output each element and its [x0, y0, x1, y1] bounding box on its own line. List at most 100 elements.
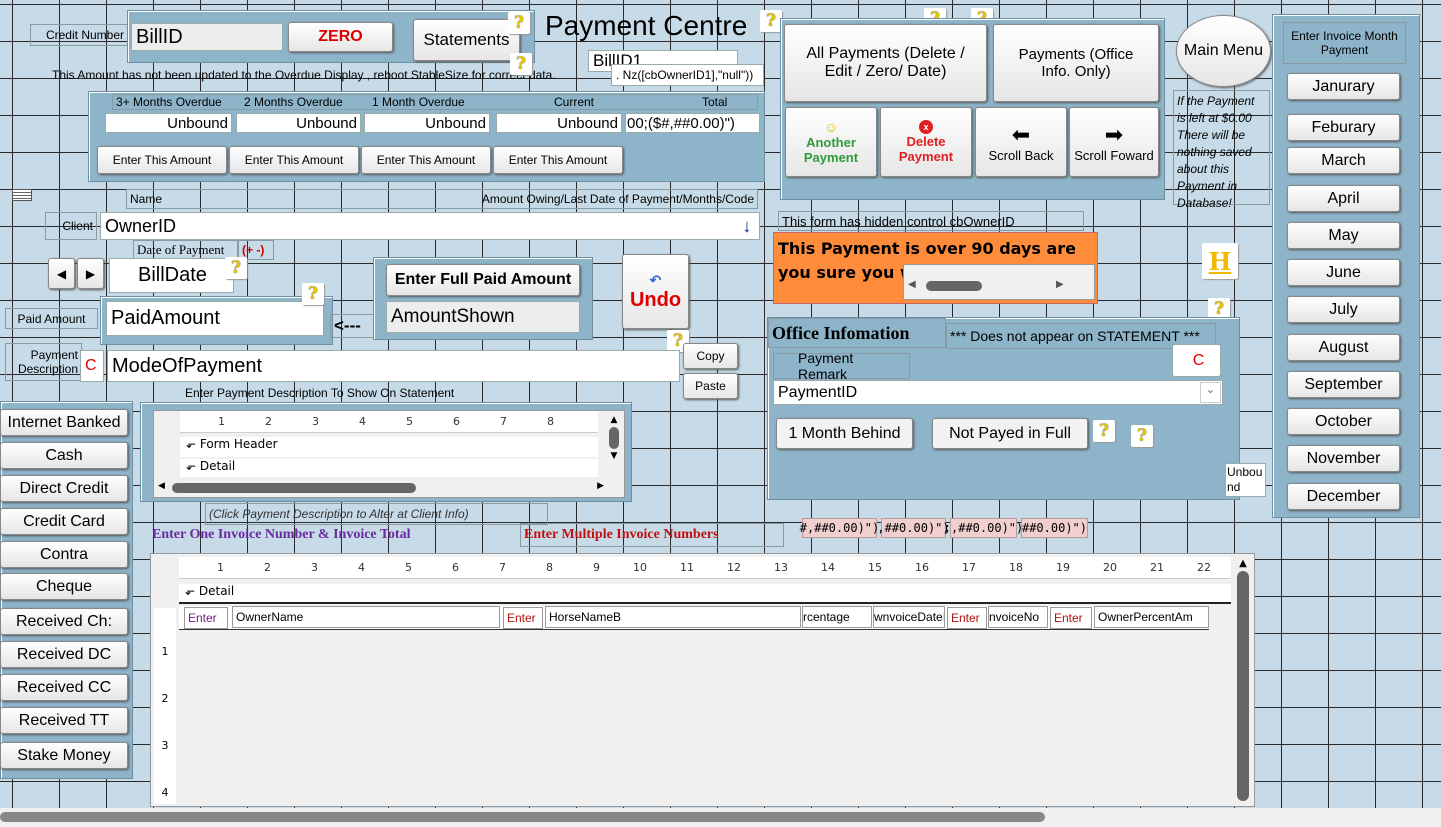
unbound-small-field[interactable]: Unbound	[1225, 463, 1266, 497]
embedded-scroll-widget[interactable]: ◀ ▶	[903, 264, 1095, 300]
paste-button[interactable]: Paste	[683, 373, 738, 399]
cheque-button[interactable]: Cheque	[0, 573, 128, 600]
received-tt-button[interactable]: Received TT	[0, 707, 128, 734]
description-subform[interactable]: 1 2 3 4 5 6 7 8 ⬐ Form Header ⬐ Detail ▲ ▼ ◀ ▶	[153, 410, 625, 498]
received-cc-button[interactable]: Received CC	[0, 674, 128, 701]
one-month-behind-button[interactable]: 1 Month Behind	[776, 418, 913, 449]
enter-button[interactable]: Enter	[947, 607, 987, 629]
detail-section[interactable]: ⬐ Detail	[179, 584, 1231, 604]
statements-button[interactable]: Statements	[413, 19, 520, 61]
overdue-1-field[interactable]: Unbound	[364, 113, 490, 133]
multiple-invoice-label[interactable]: Enter Multiple Invoice Numbers	[520, 523, 784, 547]
owner-percent-amount-field[interactable]: OwnerPercentAm	[1094, 606, 1209, 628]
owner-name-field[interactable]: OwnerName	[232, 606, 500, 628]
previous-date-button[interactable]: ◀	[48, 258, 75, 289]
payment-id-combo[interactable]: PaymentID ⌄	[773, 380, 1223, 405]
received-cheque-button[interactable]: Received Ch:	[0, 608, 128, 635]
enter-button[interactable]: Enter	[503, 607, 543, 629]
help-icon[interactable]: ?	[510, 53, 532, 75]
format-field[interactable]: #,##0.00)")	[800, 518, 879, 538]
invoice-subform[interactable]: 1 2 3 4 5 6 7 8 9 10 11 12 13 14 15 16 17 18 19 20 21 22 ⬐ De…	[150, 553, 1255, 807]
invoice-no-field[interactable]: nvoiceNo	[988, 606, 1048, 628]
help-icon[interactable]: ?	[225, 257, 247, 279]
scroll-thumb[interactable]	[0, 812, 1045, 822]
office-payments-button[interactable]: Payments (Office Info. Only)	[993, 24, 1159, 102]
format-field[interactable]: ,##0.00)")	[877, 518, 950, 538]
enter-full-paid-button[interactable]: Enter Full Paid Amount	[386, 264, 580, 296]
bill-date-field[interactable]: BillDate	[109, 258, 234, 293]
stake-money-button[interactable]: Stake Money	[0, 742, 128, 769]
c-clear-remark-button[interactable]: C	[1172, 344, 1221, 377]
scroll-left-icon[interactable]: ◀	[908, 279, 916, 290]
month-january-button[interactable]: Janurary	[1287, 73, 1400, 100]
detail-section[interactable]: ⬐ Detail	[180, 459, 598, 477]
main-menu-button[interactable]: Main Menu	[1176, 15, 1271, 87]
direct-credit-button[interactable]: Direct Credit	[0, 475, 128, 502]
scroll-back-button[interactable]: ⬅ Scroll Back	[975, 107, 1067, 177]
help-icon[interactable]: ?	[1093, 420, 1115, 442]
percentage-field[interactable]: rcentage	[802, 606, 872, 628]
enter-amount-button[interactable]: Enter This Amount	[361, 146, 491, 174]
vertical-scrollbar[interactable]: ▲ ▼	[608, 415, 620, 477]
credit-card-button[interactable]: Credit Card	[0, 508, 128, 535]
copy-button[interactable]: Copy	[683, 343, 738, 369]
enter-button[interactable]: Enter	[184, 607, 228, 629]
window-horizontal-scrollbar[interactable]	[0, 808, 1441, 827]
format-field[interactable]: ;,##0.00)")	[944, 518, 1023, 538]
bill-id-field[interactable]: BillID	[131, 23, 283, 51]
c-clear-button[interactable]: C	[80, 350, 104, 382]
month-april-button[interactable]: April	[1287, 185, 1400, 212]
horse-name-field[interactable]: HorseNameB	[545, 606, 801, 628]
paid-amount-field[interactable]: PaidAmount	[106, 301, 324, 336]
next-date-button[interactable]: ▶	[77, 258, 104, 289]
enter-amount-button[interactable]: Enter This Amount	[97, 146, 227, 174]
overdue-3plus-field[interactable]: Unbound	[105, 113, 232, 133]
month-september-button[interactable]: September	[1287, 371, 1400, 398]
total-field[interactable]: 00;($#,##0.00)")	[625, 113, 760, 133]
current-field[interactable]: Unbound	[496, 113, 622, 133]
help-icon[interactable]: ?	[302, 283, 324, 305]
month-december-button[interactable]: December	[1287, 483, 1400, 510]
month-march-button[interactable]: March	[1287, 147, 1400, 174]
month-february-button[interactable]: Feburary	[1287, 114, 1400, 141]
enter-amount-button[interactable]: Enter This Amount	[493, 146, 623, 174]
zero-button[interactable]: ZERO	[288, 22, 393, 52]
overdue-2-field[interactable]: Unbound	[236, 113, 361, 133]
amount-shown-field[interactable]: AmountShown	[386, 301, 580, 333]
scroll-thumb[interactable]	[926, 281, 982, 291]
month-august-button[interactable]: August	[1287, 334, 1400, 361]
form-header-section[interactable]: ⬐ Form Header	[180, 437, 598, 457]
enter-amount-button[interactable]: Enter This Amount	[229, 146, 359, 174]
scroll-right-icon[interactable]: ▶	[1056, 279, 1064, 290]
h-button[interactable]: H	[1202, 243, 1238, 279]
month-june-button[interactable]: June	[1287, 259, 1400, 286]
dropdown-arrow-icon[interactable]: ↓	[737, 216, 757, 236]
contra-button[interactable]: Contra	[0, 541, 128, 568]
format-field[interactable]: ##0.00)")	[1021, 518, 1088, 538]
help-icon[interactable]: ?	[508, 12, 530, 34]
nz-expression-field[interactable]: . Nz([cbOwnerID1],"null"))	[611, 64, 764, 86]
received-dc-button[interactable]: Received DC	[0, 641, 128, 668]
month-july-button[interactable]: July	[1287, 296, 1400, 323]
month-october-button[interactable]: October	[1287, 408, 1400, 435]
month-may-button[interactable]: May	[1287, 222, 1400, 249]
invoice-date-field[interactable]: wnvoiceDateIn	[873, 606, 945, 628]
delete-payment-button[interactable]: x Delete Payment	[880, 107, 972, 177]
month-november-button[interactable]: November	[1287, 445, 1400, 472]
internet-banked-button[interactable]: Internet Banked	[0, 409, 128, 436]
owner-id-combo[interactable]: OwnerID ↓	[100, 212, 760, 240]
chevron-down-icon[interactable]: ⌄	[1200, 382, 1221, 403]
scroll-forward-button[interactable]: ➡ Scroll Foward	[1069, 107, 1159, 177]
horizontal-scrollbar[interactable]: ◀ ▶	[158, 481, 604, 495]
not-payed-in-full-button[interactable]: Not Payed in Full	[932, 418, 1088, 449]
help-icon[interactable]: ?	[760, 10, 782, 32]
help-icon[interactable]: ?	[1131, 425, 1153, 447]
mode-of-payment-field[interactable]: ModeOfPayment	[107, 350, 680, 382]
vertical-scrollbar[interactable]: ▲	[1236, 558, 1250, 804]
cash-button[interactable]: Cash	[0, 442, 128, 469]
another-payment-button[interactable]: ☺ Another Payment	[785, 107, 877, 177]
undo-button[interactable]: ↶ Undo	[622, 254, 689, 329]
enter-button[interactable]: Enter	[1050, 607, 1092, 629]
one-invoice-label[interactable]: Enter One Invoice Number & Invoice Total	[152, 527, 411, 543]
all-payments-button[interactable]: All Payments (Delete / Edit / Zero/ Date…	[784, 24, 987, 102]
